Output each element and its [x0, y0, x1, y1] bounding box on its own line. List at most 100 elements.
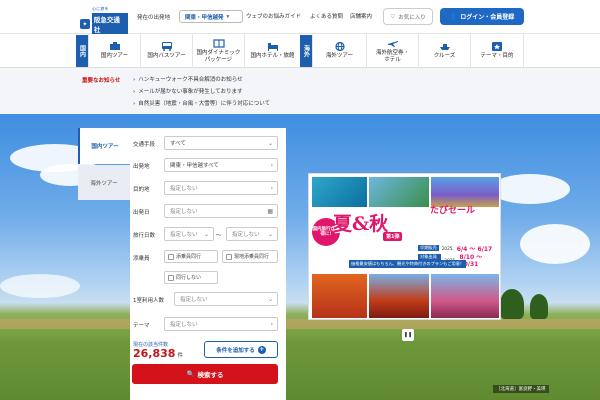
period-label: 早期販売: [418, 245, 439, 251]
theme-field[interactable]: 指定しない ›: [164, 317, 278, 331]
search-form: 交通手段 すべて ⌄ 出発地 関東・甲信越すべて › 目的地 指定しない › 出…: [130, 128, 286, 400]
date-value: 指定しない: [170, 209, 198, 215]
news-item[interactable]: メールが届かない事象が発生しております: [133, 87, 242, 95]
days-to-select[interactable]: 指定しない ⌄: [226, 227, 278, 241]
period-year: 2025.: [441, 245, 454, 251]
add-condition-button[interactable]: 条件を追加する +: [204, 341, 278, 358]
days-label: 旅行日数: [133, 233, 156, 239]
login-button[interactable]: 👤 ログイン・会員登録: [440, 8, 524, 25]
news-item[interactable]: 自然災害（地震・台風・大雪等）に伴う対応について: [133, 99, 270, 107]
no-companion-checkbox[interactable]: 同行しない: [164, 271, 218, 284]
bus-icon: [161, 42, 172, 52]
checkbox-label: 現地添乗員同行: [234, 254, 270, 260]
checkbox-icon: [226, 253, 232, 260]
banner-photo: [312, 177, 367, 207]
days-to-value: 指定しない: [232, 232, 260, 238]
companion-label: 添乗員: [133, 256, 150, 262]
logo-mark-icon: ✦: [80, 19, 90, 29]
checkbox-icon: [168, 274, 174, 281]
nav-item-cruise[interactable]: クルーズ: [418, 34, 470, 68]
transport-select[interactable]: すべて ⌄: [164, 136, 278, 150]
tab-domestic-tour[interactable]: 国内ツアー: [78, 128, 130, 164]
search-button[interactable]: 🔍 検索する: [132, 364, 278, 384]
nav-item-label: 海外ツアー: [325, 53, 354, 60]
logo-tagline: 心に旅を: [92, 6, 109, 11]
add-condition-label: 条件を追加する: [216, 347, 255, 354]
chevron-right-icon: ›: [270, 184, 273, 192]
checkbox-label: 添乗員同行: [176, 254, 202, 260]
nav-item-label: テーマ・目的: [480, 53, 514, 60]
banner-photo: [369, 274, 429, 318]
news-section: [0, 68, 600, 114]
globe-icon: [334, 42, 345, 52]
room-value: 指定しない: [180, 297, 208, 303]
logo-name: 阪急交通社: [91, 13, 128, 35]
destination-label: 目的地: [133, 187, 150, 193]
guide-link[interactable]: ウェブのお悩みガイド: [246, 12, 301, 20]
banner-note: 価格最安値はもちろん、観光や特典付きのプランもご用意！: [349, 260, 467, 268]
transport-value: すべて: [170, 141, 186, 147]
nav-item-label: 海外航空券・ ホテル: [375, 49, 409, 63]
banner-badge: 第1弾: [383, 232, 403, 241]
room-label: 1室利用人数: [133, 298, 164, 304]
hotel-icon: [267, 43, 278, 52]
user-icon: 👤: [449, 13, 458, 20]
heart-icon: ♡: [390, 13, 396, 20]
theme-label: テーマ: [133, 323, 150, 329]
result-count-wrap: 26,838 件: [133, 347, 183, 360]
nav-item-label: 国内ダイナミック パッケージ: [196, 49, 241, 63]
departure-label: 発在の出発地: [137, 15, 171, 21]
banner-photo: [431, 274, 499, 318]
banner-period-1: 早期販売 2025. 6/4 〜 6/17: [418, 244, 500, 253]
banner-title: 夏&秋: [333, 213, 389, 235]
local-companion-checkbox[interactable]: 現地添乗員同行: [222, 250, 278, 263]
search-tabs: 国内ツアー 海外ツアー: [78, 128, 130, 200]
overseas-tag: 海外: [300, 35, 312, 67]
nav-item-air-hotel[interactable]: 海外航空券・ ホテル: [366, 34, 418, 68]
companion-option-checkbox[interactable]: 添乗員同行: [164, 250, 218, 263]
destination-field[interactable]: 指定しない ›: [164, 181, 278, 195]
days-from-select[interactable]: 指定しない ⌄: [164, 227, 214, 241]
departure-field-value: 関東・甲信越すべて: [170, 163, 219, 169]
departure-field[interactable]: 関東・甲信越すべて ›: [164, 158, 278, 172]
site-logo[interactable]: 心に旅を ✦ 阪急交通社 Hankyu Travel: [80, 6, 128, 40]
theme-icon: [492, 42, 502, 52]
package-icon: [212, 39, 225, 48]
nav-item-bus-tour[interactable]: 国内バスツアー: [140, 34, 192, 68]
news-header: 重要なお知らせ: [82, 78, 121, 84]
nav-item-label: クルーズ: [433, 53, 456, 60]
search-icon: 🔍: [186, 370, 195, 378]
days-from-value: 指定しない: [170, 232, 198, 238]
chevron-down-icon: ▾: [226, 13, 230, 20]
departure-field-label: 出発地: [133, 164, 150, 170]
date-label: 出発日: [133, 210, 150, 216]
store-link[interactable]: 店舗案内: [350, 12, 372, 20]
pause-icon[interactable]: ❚❚: [402, 329, 414, 341]
plus-circle-icon: +: [257, 345, 266, 354]
nav-item-overseas-tour[interactable]: 海外ツアー: [312, 34, 366, 68]
departure-value: 関東・甲信越発: [185, 14, 224, 21]
departure-select[interactable]: 関東・甲信越発 ▾: [179, 10, 243, 23]
favorites-button[interactable]: ♡ お気に入り: [383, 8, 433, 25]
chevron-down-icon: ⌄: [267, 295, 273, 303]
calendar-icon: ▦: [267, 207, 273, 215]
cruise-icon: [439, 44, 450, 51]
chevron-down-icon: ⌄: [267, 230, 273, 238]
chevron-right-icon: ›: [270, 161, 273, 169]
tab-overseas-tour[interactable]: 海外ツアー: [78, 165, 130, 200]
plane-icon: [387, 40, 398, 47]
date-field[interactable]: 指定しない ▦: [164, 204, 278, 218]
favorites-label: お気に入り: [398, 14, 426, 21]
hero-caption: ［北海道］富良野・美瑛: [493, 385, 549, 393]
nav-item-dynamic-package[interactable]: 国内ダイナミック パッケージ: [192, 34, 244, 68]
faq-link[interactable]: よくある質問: [310, 12, 343, 20]
nav-item-domestic-tour[interactable]: 国内ツアー: [88, 34, 140, 68]
nav-item-theme[interactable]: テーマ・目的: [470, 34, 524, 68]
checkbox-label: 同行しない: [176, 275, 202, 281]
nav-item-hotel[interactable]: 国内ホテル・旅館: [244, 34, 300, 68]
chevron-down-icon: ⌄: [203, 230, 209, 238]
room-select[interactable]: 指定しない ⌄: [174, 292, 278, 306]
news-item[interactable]: ハンキューウォーク不具合解消のお知らせ: [133, 75, 242, 83]
checkbox-icon: [168, 253, 174, 260]
login-label: ログイン・会員登録: [460, 14, 515, 21]
